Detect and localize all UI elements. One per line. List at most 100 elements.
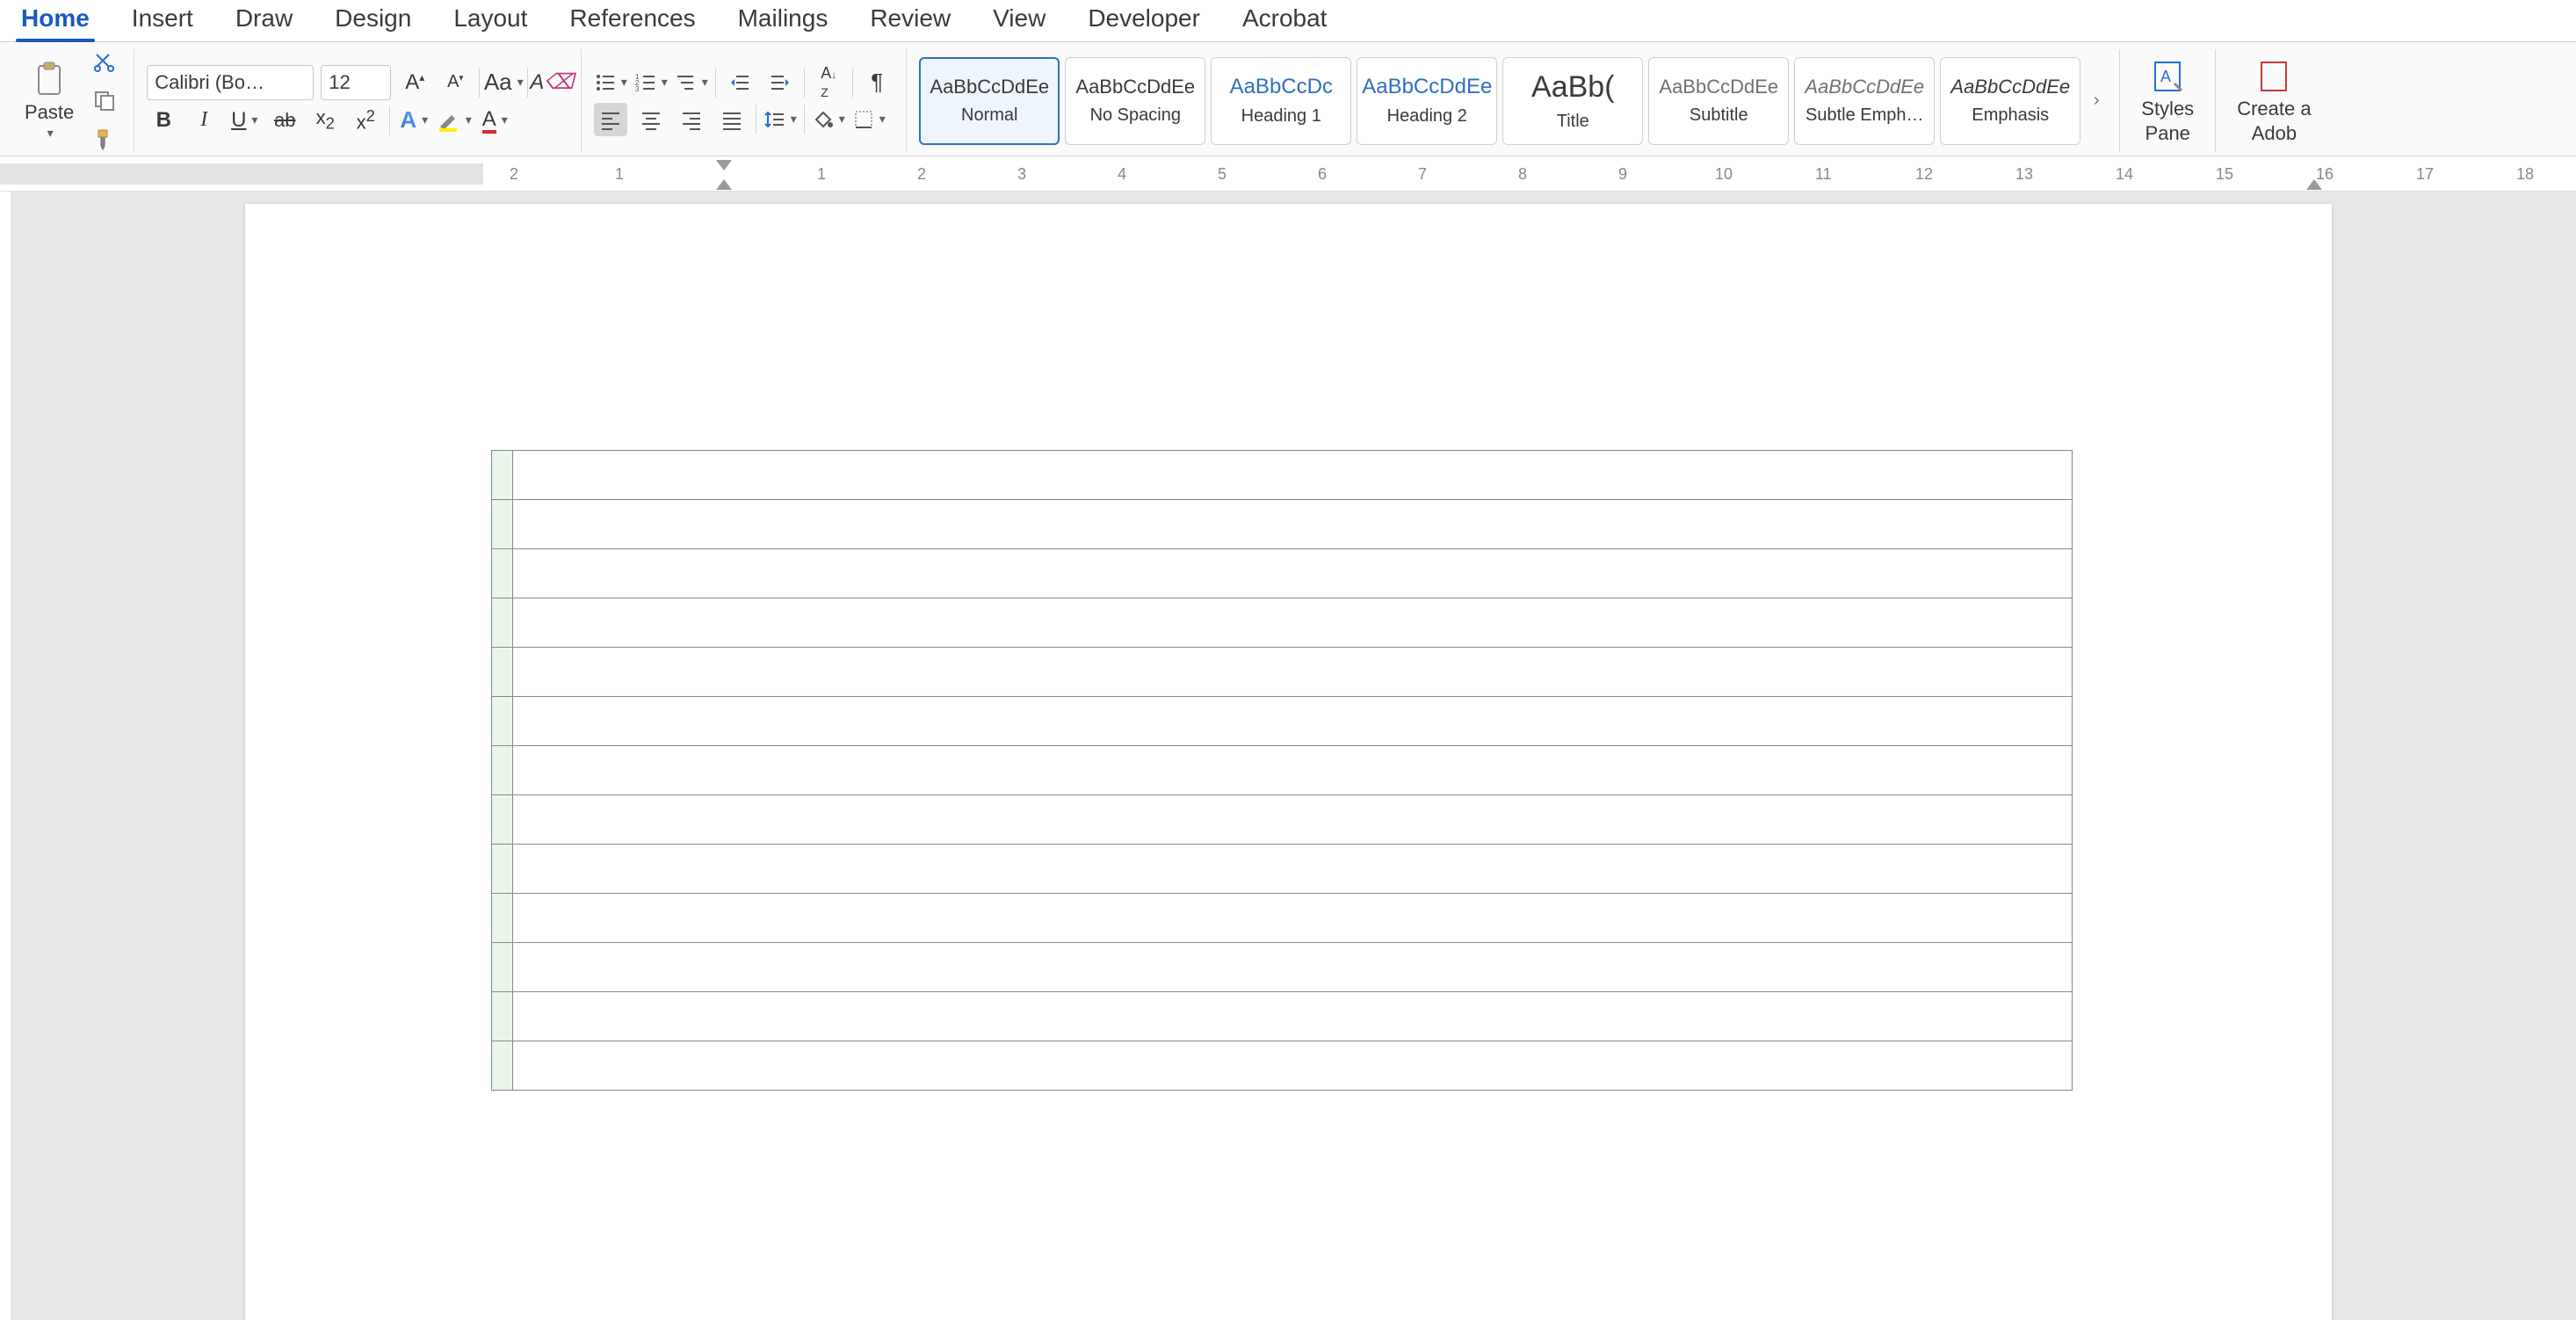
table-cell[interactable] <box>512 746 2072 795</box>
paste-button[interactable]: Paste ▾ <box>16 46 83 156</box>
multilevel-list-button[interactable]: ▾ <box>675 66 708 99</box>
decrease-indent-button[interactable] <box>723 66 756 99</box>
show-marks-button[interactable]: ¶ <box>860 66 894 99</box>
tab-references[interactable]: References <box>548 0 716 41</box>
table-row[interactable] <box>491 598 2072 648</box>
table-row[interactable] <box>491 500 2072 549</box>
format-painter-button[interactable] <box>88 123 121 156</box>
tab-design[interactable]: Design <box>314 0 432 41</box>
tab-home[interactable]: Home <box>0 0 111 41</box>
table-cell[interactable] <box>491 746 512 795</box>
shading-button[interactable]: ▾ <box>812 103 845 136</box>
superscript-button[interactable]: x2 <box>349 104 382 137</box>
style-sample: AaBbCcDdEe <box>1362 75 1492 99</box>
table-cell[interactable] <box>491 500 512 549</box>
bold-button[interactable]: B <box>147 104 180 137</box>
strikethrough-button[interactable]: ab <box>268 104 301 137</box>
table-cell[interactable] <box>491 992 512 1041</box>
clear-formatting-button[interactable]: A⌫ <box>535 66 568 99</box>
table-row[interactable] <box>491 451 2072 500</box>
tab-developer[interactable]: Developer <box>1067 0 1221 41</box>
table-cell[interactable] <box>512 992 2072 1041</box>
font-color-button[interactable]: A ▾ <box>478 104 511 137</box>
cut-button[interactable] <box>88 46 121 79</box>
table-cell[interactable] <box>491 697 512 746</box>
table-cell[interactable] <box>512 894 2072 943</box>
table-row[interactable] <box>491 1041 2072 1091</box>
style-normal[interactable]: AaBbCcDdEe Normal <box>919 57 1060 145</box>
text-effects-button[interactable]: A ▾ <box>397 104 431 137</box>
shrink-font-button[interactable]: A▾ <box>438 66 472 99</box>
table-cell[interactable] <box>491 795 512 845</box>
table-cell[interactable] <box>512 697 2072 746</box>
grow-font-button[interactable]: A▴ <box>398 66 431 99</box>
change-case-button[interactable]: Aa ▾ <box>487 66 520 99</box>
style-heading-1[interactable]: AaBbCcDc Heading 1 <box>1211 57 1351 145</box>
table-row[interactable] <box>491 845 2072 894</box>
style-emphasis[interactable]: AaBbCcDdEe Emphasis <box>1940 57 2080 145</box>
table-row[interactable] <box>491 894 2072 943</box>
table-cell[interactable] <box>491 451 512 500</box>
table-row[interactable] <box>491 648 2072 697</box>
styles-scroll-right[interactable]: › <box>2086 91 2107 111</box>
table-cell[interactable] <box>512 943 2072 992</box>
underline-button[interactable]: U▾ <box>228 104 261 137</box>
font-size-combo[interactable] <box>321 65 391 100</box>
table-row[interactable] <box>491 943 2072 992</box>
tab-mailings[interactable]: Mailings <box>717 0 850 41</box>
tab-layout[interactable]: Layout <box>432 0 548 41</box>
line-spacing-button[interactable]: ▾ <box>763 103 797 136</box>
table-cell[interactable] <box>512 1041 2072 1091</box>
tab-insert[interactable]: Insert <box>111 0 214 41</box>
style-heading-2[interactable]: AaBbCcDdEe Heading 2 <box>1357 57 1497 145</box>
table-cell[interactable] <box>491 598 512 648</box>
table-row[interactable] <box>491 746 2072 795</box>
subscript-button[interactable]: x2 <box>308 104 342 137</box>
align-center-button[interactable] <box>634 103 668 136</box>
table-cell[interactable] <box>512 598 2072 648</box>
table-cell[interactable] <box>512 500 2072 549</box>
increase-indent-button[interactable] <box>763 66 797 99</box>
style-no-spacing[interactable]: AaBbCcDdEe No Spacing <box>1065 57 1205 145</box>
style-title[interactable]: AaBb( Title <box>1502 57 1643 145</box>
style-subtle-emphasis[interactable]: AaBbCcDdEe Subtle Emph… <box>1794 57 1935 145</box>
table-cell[interactable] <box>491 1041 512 1091</box>
table-cell[interactable] <box>512 451 2072 500</box>
font-name-combo[interactable] <box>147 65 314 100</box>
table-cell[interactable] <box>491 549 512 598</box>
table-cell[interactable] <box>491 845 512 894</box>
justify-button[interactable] <box>715 103 749 136</box>
create-adobe-button[interactable]: Create a Adob <box>2228 54 2319 149</box>
table-row[interactable] <box>491 795 2072 845</box>
align-left-button[interactable] <box>594 103 627 136</box>
copy-button[interactable] <box>88 84 121 118</box>
align-right-button[interactable] <box>675 103 708 136</box>
table-cell[interactable] <box>491 894 512 943</box>
table-row[interactable] <box>491 992 2072 1041</box>
table-cell[interactable] <box>491 943 512 992</box>
italic-button[interactable]: I <box>187 104 221 137</box>
sort-button[interactable]: A↓Z <box>812 66 845 99</box>
document-table[interactable] <box>491 450 2073 1091</box>
styles-pane-icon: A <box>2148 57 2187 96</box>
borders-button[interactable]: ▾ <box>852 103 886 136</box>
styles-pane-button[interactable]: A Styles Pane <box>2132 54 2203 149</box>
table-cell[interactable] <box>512 549 2072 598</box>
table-cell[interactable] <box>512 845 2072 894</box>
table-row[interactable] <box>491 549 2072 598</box>
style-subtitle[interactable]: AaBbCcDdEe Subtitle <box>1648 57 1789 145</box>
highlight-button[interactable]: ▾ <box>438 104 471 137</box>
tab-view[interactable]: View <box>972 0 1067 41</box>
numbering-button[interactable]: 123▾ <box>634 66 668 99</box>
bullets-button[interactable]: ▾ <box>594 66 627 99</box>
tab-draw[interactable]: Draw <box>214 0 314 41</box>
page-1[interactable] <box>245 204 2332 1320</box>
horizontal-ruler[interactable]: 2 1 1 2 3 4 5 6 7 8 9 10 11 12 13 14 15 … <box>0 156 2576 192</box>
table-cell[interactable] <box>491 648 512 697</box>
tab-review[interactable]: Review <box>849 0 972 41</box>
table-cell[interactable] <box>512 795 2072 845</box>
table-cell[interactable] <box>512 648 2072 697</box>
table-row[interactable] <box>491 697 2072 746</box>
document-canvas[interactable] <box>0 192 2576 1320</box>
tab-acrobat[interactable]: Acrobat <box>1221 0 1349 41</box>
